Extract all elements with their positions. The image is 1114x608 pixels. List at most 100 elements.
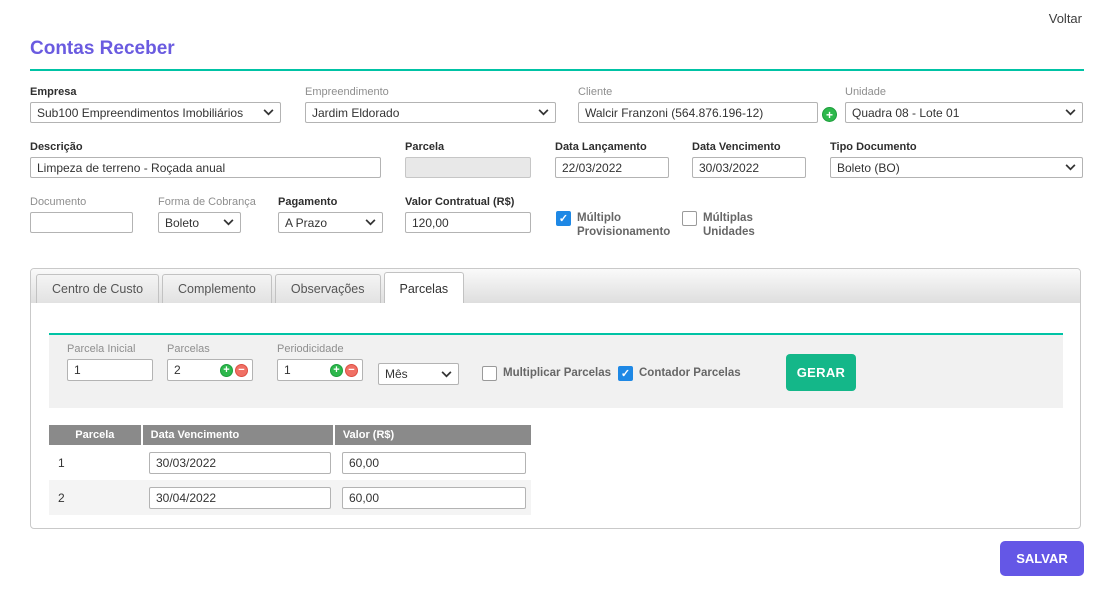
data-lancamento-field: Data Lançamento: [555, 141, 669, 178]
tab-observacoes[interactable]: Observações: [275, 274, 381, 303]
chevron-down-icon: [441, 371, 452, 378]
row-parcela-number: 1: [49, 456, 141, 470]
data-lancamento-input[interactable]: [555, 157, 669, 178]
chevron-down-icon: [365, 219, 376, 226]
table-row: 1: [49, 445, 531, 480]
multiplicar-parcelas-checkbox[interactable]: ✓: [482, 366, 497, 381]
col-header-data-vencimento: Data Vencimento: [143, 425, 333, 445]
periodo-select[interactable]: Mês: [378, 363, 459, 385]
empreendimento-select[interactable]: Jardim Eldorado: [305, 102, 556, 123]
minus-icon[interactable]: −: [345, 364, 358, 377]
voltar-link[interactable]: Voltar: [1049, 11, 1082, 26]
parcelas-generator-panel: Parcela Inicial Parcelas 2 + − Periodici…: [49, 333, 1063, 408]
periodicidade-field: Periodicidade 1 + −: [277, 343, 363, 381]
periodo-selected-value: Mês: [385, 367, 408, 381]
data-lancamento-label: Data Lançamento: [555, 141, 669, 153]
multiplo-provisionamento-checkbox[interactable]: ✓: [556, 211, 571, 226]
chevron-down-icon: [538, 109, 549, 116]
title-divider: [30, 69, 1084, 71]
tabs-panel: Centro de Custo Complemento Observações …: [30, 268, 1081, 529]
tipo-documento-field: Tipo Documento Boleto (BO): [830, 141, 1083, 178]
empresa-select[interactable]: Sub100 Empreendimentos Imobiliários: [30, 102, 281, 123]
plus-icon[interactable]: +: [220, 364, 233, 377]
multiplas-unidades-option: ✓ Múltiplas Unidades: [682, 211, 772, 240]
row-data-vencimento-input[interactable]: [149, 487, 331, 509]
multiplicar-parcelas-option: ✓ Multiplicar Parcelas: [482, 366, 611, 381]
unidade-selected-value: Quadra 08 - Lote 01: [852, 106, 959, 120]
add-cliente-icon[interactable]: +: [822, 107, 837, 122]
row-valor-input[interactable]: [342, 452, 526, 474]
descricao-label: Descrição: [30, 141, 381, 153]
check-icon: ✓: [621, 367, 630, 380]
forma-cobranca-select[interactable]: Boleto: [158, 212, 241, 233]
tipo-documento-selected-value: Boleto (BO): [837, 161, 900, 175]
minus-icon[interactable]: −: [235, 364, 248, 377]
parcela-inicial-label: Parcela Inicial: [67, 343, 153, 355]
data-vencimento-input[interactable]: [692, 157, 806, 178]
forma-cobranca-label: Forma de Cobrança: [158, 196, 241, 208]
documento-field: Documento: [30, 196, 133, 233]
row-valor-input[interactable]: [342, 487, 526, 509]
row-parcela-number: 2: [49, 491, 141, 505]
empreendimento-selected-value: Jardim Eldorado: [312, 106, 399, 120]
page-title: Contas Receber: [30, 38, 175, 60]
descricao-field: Descrição: [30, 141, 381, 178]
row-data-vencimento-input[interactable]: [149, 452, 331, 474]
pagamento-select[interactable]: A Prazo: [278, 212, 383, 233]
contador-parcelas-checkbox[interactable]: ✓: [618, 366, 633, 381]
col-header-valor: Valor (R$): [335, 425, 531, 445]
pagamento-field: Pagamento A Prazo: [278, 196, 383, 233]
empresa-selected-value: Sub100 Empreendimentos Imobiliários: [37, 106, 243, 120]
empreendimento-label: Empreendimento: [305, 86, 556, 98]
chevron-down-icon: [1065, 109, 1076, 116]
tipo-documento-label: Tipo Documento: [830, 141, 1083, 153]
tab-centro-de-custo[interactable]: Centro de Custo: [36, 274, 159, 303]
documento-input[interactable]: [30, 212, 133, 233]
data-vencimento-field: Data Vencimento: [692, 141, 806, 178]
cliente-label: Cliente: [578, 86, 818, 98]
multiplo-provisionamento-label: Múltiplo Provisionamento: [577, 211, 676, 240]
tab-complemento[interactable]: Complemento: [162, 274, 272, 303]
multiplas-unidades-checkbox[interactable]: ✓: [682, 211, 697, 226]
forma-cobranca-selected-value: Boleto: [165, 216, 199, 230]
cliente-input[interactable]: [578, 102, 818, 123]
periodicidade-stepper: 1 + −: [277, 359, 363, 381]
unidade-label: Unidade: [845, 86, 1083, 98]
parcelas-field: Parcelas 2 + −: [167, 343, 253, 381]
table-row: 2: [49, 480, 531, 515]
valor-contratual-input[interactable]: [405, 212, 531, 233]
multiplas-unidades-label: Múltiplas Unidades: [703, 211, 772, 240]
empresa-label: Empresa: [30, 86, 281, 98]
contador-parcelas-option: ✓ Contador Parcelas: [618, 366, 741, 381]
tipo-documento-select[interactable]: Boleto (BO): [830, 157, 1083, 178]
parcelas-label: Parcelas: [167, 343, 253, 355]
check-icon: ✓: [559, 212, 568, 225]
periodicidade-label: Periodicidade: [277, 343, 363, 355]
pagamento-selected-value: A Prazo: [285, 216, 327, 230]
chevron-down-icon: [1065, 164, 1076, 171]
parcelas-table: Parcela Data Vencimento Valor (R$) 1 2: [49, 425, 531, 515]
parcela-inicial-input[interactable]: [67, 359, 153, 381]
tab-bar: Centro de Custo Complemento Observações …: [31, 269, 1080, 303]
unidade-field: Unidade Quadra 08 - Lote 01: [845, 86, 1083, 123]
plus-icon[interactable]: +: [330, 364, 343, 377]
multiplicar-parcelas-label: Multiplicar Parcelas: [503, 366, 611, 380]
valor-contratual-field: Valor Contratual (R$): [405, 196, 531, 233]
unidade-select[interactable]: Quadra 08 - Lote 01: [845, 102, 1083, 123]
salvar-button[interactable]: SALVAR: [1000, 541, 1084, 576]
chevron-down-icon: [223, 219, 234, 226]
contas-receber-page: Voltar Contas Receber Empresa Sub100 Emp…: [0, 0, 1114, 608]
contador-parcelas-label: Contador Parcelas: [639, 366, 741, 380]
parcelas-stepper: 2 + −: [167, 359, 253, 381]
cliente-field: Cliente: [578, 86, 818, 123]
parcelas-value[interactable]: 2: [174, 363, 220, 377]
multiplo-provisionamento-option: ✓ Múltiplo Provisionamento: [556, 211, 676, 240]
col-header-parcela: Parcela: [49, 425, 141, 445]
pagamento-label: Pagamento: [278, 196, 383, 208]
periodicidade-value[interactable]: 1: [284, 363, 330, 377]
periodo-field: Mês: [378, 363, 459, 385]
descricao-input[interactable]: [30, 157, 381, 178]
documento-label: Documento: [30, 196, 133, 208]
gerar-button[interactable]: GERAR: [786, 354, 856, 391]
tab-parcelas[interactable]: Parcelas: [384, 272, 465, 303]
